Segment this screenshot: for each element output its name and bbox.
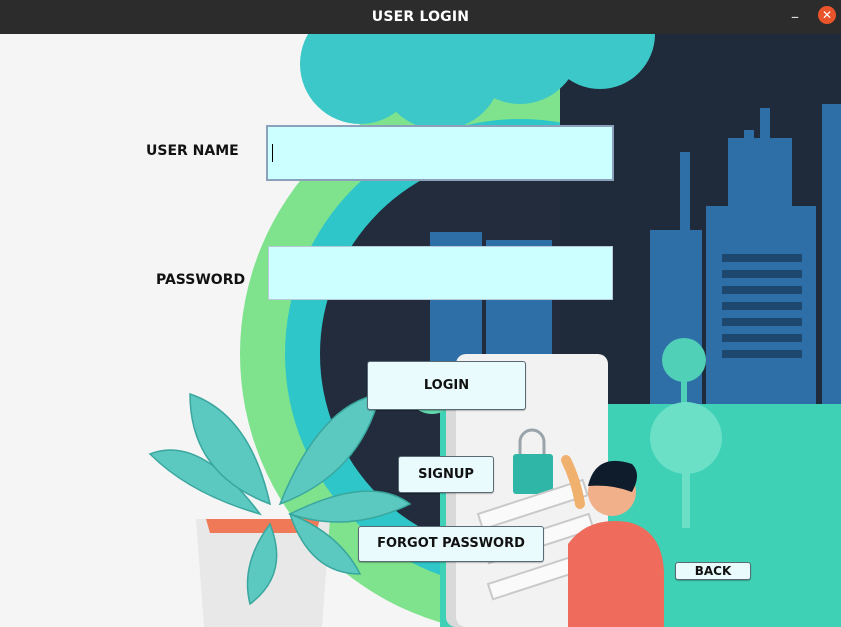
username-field[interactable] [266,125,614,181]
window-titlebar: USER LOGIN – ✕ [0,0,841,34]
login-panel: USER NAME PASSWORD LOGIN SIGNUP FORGOT P… [0,34,841,627]
login-button[interactable]: LOGIN [367,361,526,410]
password-field[interactable] [268,246,613,300]
window-title: USER LOGIN [371,9,470,25]
username-label: USER NAME [146,143,239,159]
text-caret [272,144,273,162]
close-icon[interactable]: ✕ [818,6,836,24]
back-button[interactable]: BACK [675,562,751,580]
signup-button[interactable]: SIGNUP [398,456,494,493]
password-label: PASSWORD [156,272,246,288]
minimize-icon[interactable]: – [786,8,804,26]
forgot-password-button[interactable]: FORGOT PASSWORD [358,526,544,562]
